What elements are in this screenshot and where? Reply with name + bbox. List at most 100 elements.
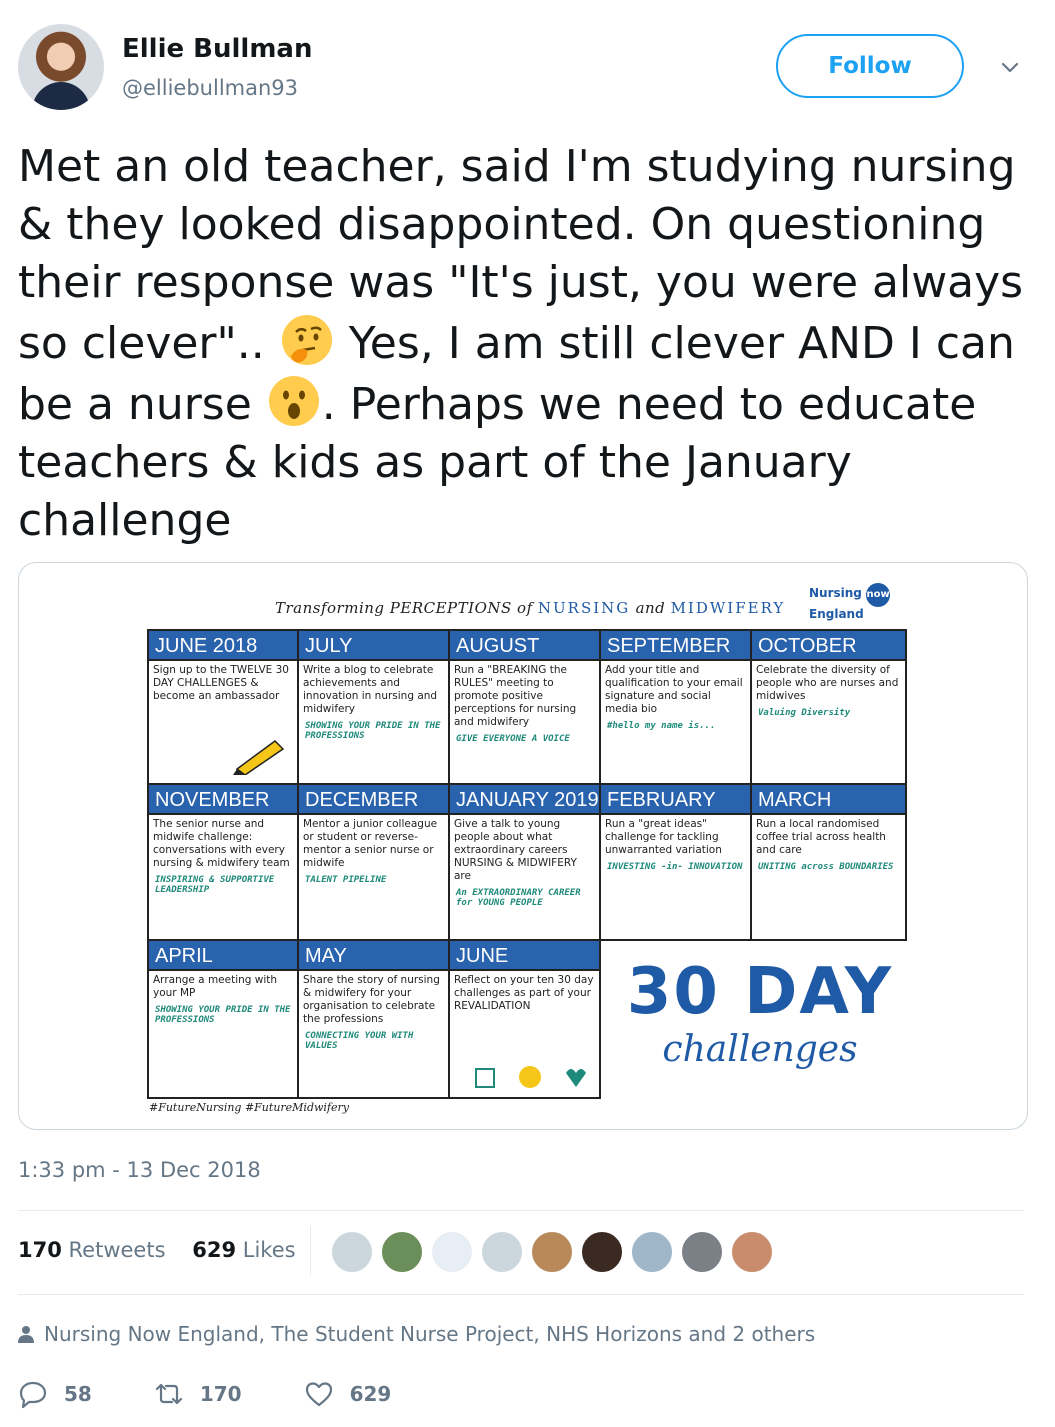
liker-avatar[interactable]	[330, 1230, 374, 1274]
cell-june-2018: JUNE 2018 Sign up to the TWELVE 30 DAY C…	[147, 629, 299, 785]
heart-icon	[305, 1382, 332, 1407]
cell-tag: TALENT PIPELINE	[305, 875, 387, 885]
cell-may: MAY Share the story of nursing & midwife…	[297, 939, 450, 1099]
thinking-face-icon	[281, 315, 332, 365]
poster-title-nursing: NURSING	[537, 599, 631, 617]
cell-tag: INSPIRING & SUPPORTIVE LEADERSHIP	[155, 875, 275, 895]
cell-tag: An EXTRAORDINARY CAREER for YOUNG PEOPLE	[456, 888, 581, 908]
cell-task: Add your title and qualification to your…	[605, 664, 743, 715]
cell-task: Run a local randomised coffee trial acro…	[756, 818, 886, 856]
likes-count[interactable]: 629	[192, 1238, 236, 1262]
cell-january-2019: JANUARY 2019 Give a talk to young people…	[448, 783, 601, 941]
liker-avatar[interactable]	[480, 1230, 524, 1274]
author-name[interactable]: Ellie Bullman	[122, 34, 312, 64]
cell-tag: INVESTING -in- INNOVATION	[607, 862, 743, 872]
cell-tag: CONNECTING YOUR WITH VALUES	[305, 1031, 414, 1051]
liker-avatar[interactable]	[630, 1230, 674, 1274]
logo-line2: England	[809, 607, 864, 621]
poster-title-pre: Transforming PERCEPTIONS of	[275, 599, 533, 617]
stats-separator	[310, 1226, 311, 1276]
open-mouth-face-icon	[268, 376, 319, 426]
cell-month: AUGUST	[450, 631, 599, 661]
liker-avatars	[330, 1230, 774, 1274]
retweet-button[interactable]: 170	[154, 1379, 242, 1409]
cell-tag: GIVE EVERYONE A VOICE	[456, 734, 570, 744]
cell-task: Sign up to the TWELVE 30 DAY CHALLENGES …	[153, 664, 289, 702]
cell-tag: SHOWING YOUR PRIDE IN THE PROFESSIONS	[305, 721, 441, 741]
nursing-now-logo: Nursing now England	[809, 583, 891, 621]
divider	[18, 1210, 1024, 1211]
cell-august: AUGUST Run a "BREAKING the RULES" meetin…	[448, 629, 601, 785]
cell-task: Give a talk to young people about what e…	[454, 818, 577, 882]
cell-december: DECEMBER Mentor a junior colleague or st…	[297, 783, 450, 941]
likes-label[interactable]: Likes	[243, 1238, 296, 1262]
cell-month: JANUARY 2019	[450, 785, 599, 815]
follow-button[interactable]: Follow	[776, 34, 964, 98]
cell-task: Run a "BREAKING the RULES" meeting to pr…	[454, 664, 577, 728]
replying-to-text[interactable]: Nursing Now England, The Student Nurse P…	[44, 1322, 815, 1346]
tweet-text: Met an old teacher, said I'm studying nu…	[18, 138, 1028, 550]
tweet-timestamp[interactable]: 1:33 pm - 13 Dec 2018	[18, 1158, 261, 1182]
cell-task: Mentor a junior colleague or student or …	[303, 818, 438, 869]
poster-title-and: and	[635, 599, 666, 617]
poster-title-midwifery: MIDWIFERY	[670, 599, 786, 617]
cell-task: The senior nurse and midwife challenge: …	[153, 818, 290, 869]
chevron-down-icon[interactable]	[1000, 58, 1020, 78]
thirty-day-challenges-banner: 30 DAY challenges	[613, 941, 907, 1103]
liker-avatar[interactable]	[380, 1230, 424, 1274]
divider	[18, 1294, 1024, 1295]
cell-tag: UNITING across BOUNDARIES	[758, 862, 894, 872]
cell-task: Write a blog to celebrate achievements a…	[303, 664, 438, 715]
challenges-poster: Transforming PERCEPTIONS of NURSING and …	[119, 571, 931, 1119]
reply-count: 58	[64, 1382, 92, 1406]
reaction-icons	[475, 1066, 586, 1088]
retweet-icon	[155, 1383, 182, 1405]
tweet-media[interactable]: Transforming PERCEPTIONS of NURSING and …	[18, 562, 1028, 1130]
retweets-count[interactable]: 170	[18, 1238, 62, 1262]
logo-line1: Nursing	[809, 586, 862, 600]
person-icon	[18, 1326, 34, 1343]
cell-june: JUNE Reflect on your ten 30 day challeng…	[448, 939, 601, 1099]
pencil-icon	[233, 740, 285, 775]
cell-month: MAY	[299, 941, 448, 971]
engagement-stats: 170 Retweets 629 Likes	[18, 1238, 296, 1262]
cell-july: JULY Write a blog to celebrate achieveme…	[297, 629, 450, 785]
cell-october: OCTOBER Celebrate the diversity of peopl…	[750, 629, 907, 785]
liker-avatar[interactable]	[530, 1230, 574, 1274]
banner-line2: challenges	[662, 1029, 858, 1070]
cell-month: JULY	[299, 631, 448, 661]
cell-tag: Valuing Diversity	[758, 708, 851, 718]
cell-month: APRIL	[149, 941, 297, 971]
retweets-label[interactable]: Retweets	[69, 1238, 166, 1262]
cell-month: NOVEMBER	[149, 785, 297, 815]
cell-month: DECEMBER	[299, 785, 448, 815]
author-handle[interactable]: @elliebullman93	[122, 76, 298, 100]
author-avatar[interactable]	[18, 24, 104, 110]
cell-task: Run a "great ideas" challenge for tackli…	[605, 818, 722, 856]
poster-title: Transforming PERCEPTIONS of NURSING and …	[275, 599, 785, 617]
tweet-actions: 58 170 629	[18, 1374, 453, 1414]
cell-tag: SHOWING YOUR PRIDE IN THE PROFESSIONS	[155, 1005, 291, 1025]
cell-february: FEBRUARY Run a "great ideas" challenge f…	[599, 783, 752, 941]
retweet-count: 170	[199, 1382, 242, 1406]
cell-month: SEPTEMBER	[601, 631, 750, 661]
reply-icon	[19, 1381, 47, 1409]
cell-march: MARCH Run a local randomised coffee tria…	[750, 783, 907, 941]
liker-avatar[interactable]	[730, 1230, 774, 1274]
like-count: 629	[349, 1382, 392, 1406]
liker-avatar[interactable]	[680, 1230, 724, 1274]
cell-november: NOVEMBER The senior nurse and midwife ch…	[147, 783, 299, 941]
cell-month: JUNE	[450, 941, 599, 971]
cell-month: FEBRUARY	[601, 785, 750, 815]
cell-tag: #hello my name is...	[607, 721, 716, 731]
liker-avatar[interactable]	[580, 1230, 624, 1274]
cell-task: Celebrate the diversity of people who ar…	[756, 664, 899, 702]
reply-button[interactable]: 58	[18, 1379, 92, 1409]
like-button[interactable]: 629	[304, 1379, 392, 1409]
cell-month: OCTOBER	[752, 631, 905, 661]
cell-month: JUNE 2018	[149, 631, 297, 661]
banner-line1: 30 DAY	[626, 955, 894, 1029]
cell-september: SEPTEMBER Add your title and qualificati…	[599, 629, 752, 785]
liker-avatar[interactable]	[430, 1230, 474, 1274]
poster-hashtags: #FutureNursing #FutureMidwifery	[149, 1101, 349, 1114]
